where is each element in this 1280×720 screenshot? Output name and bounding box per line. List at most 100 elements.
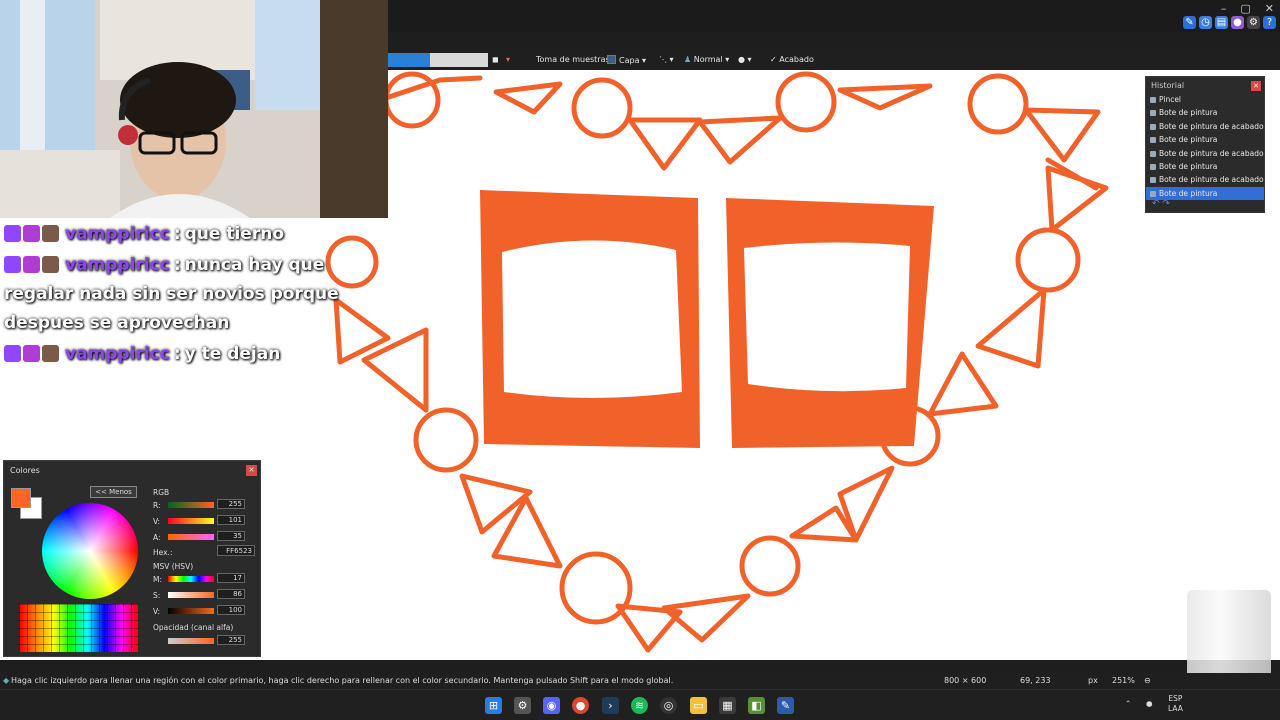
sampling-label: Toma de muestras: bbox=[536, 55, 613, 64]
history-item[interactable]: Bote de pintura bbox=[1146, 106, 1264, 119]
minecraft-icon[interactable]: ◧ bbox=[748, 697, 765, 714]
history-item[interactable]: Bote de pintura de acabado bbox=[1146, 173, 1264, 186]
history-item[interactable]: Bote de pintura de acabado bbox=[1146, 120, 1264, 133]
history-panel-icon[interactable]: ◷ bbox=[1199, 16, 1212, 29]
b-slider[interactable] bbox=[168, 534, 214, 540]
g-slider[interactable] bbox=[168, 518, 214, 524]
start-icon[interactable]: ⊞ bbox=[485, 697, 502, 714]
bunting-circle bbox=[413, 407, 479, 473]
history-close-icon[interactable]: ✕ bbox=[1251, 81, 1261, 91]
glass-overlay bbox=[1187, 590, 1271, 686]
history-panel: Historial ✕ Pincel Bote de pintura Bote … bbox=[1145, 76, 1265, 213]
tolerance-slider-track[interactable] bbox=[430, 53, 488, 67]
tools-panel-icon[interactable]: ✎ bbox=[1183, 16, 1196, 29]
v-label: V: bbox=[153, 607, 161, 616]
bunting-triangle bbox=[459, 473, 533, 535]
layers-panel-icon[interactable]: ▤ bbox=[1215, 16, 1228, 29]
colors-close-icon[interactable]: ✕ bbox=[246, 465, 257, 476]
unit-dropdown[interactable]: px bbox=[1088, 676, 1098, 685]
sampling-value: Capa bbox=[619, 56, 640, 65]
finish-toggle[interactable]: ✓ Acabado bbox=[770, 55, 814, 64]
tolerance-slider-fill[interactable] bbox=[388, 53, 430, 67]
chat-badges bbox=[4, 225, 59, 242]
file-explorer-icon[interactable]: ▭ bbox=[690, 697, 707, 714]
settings-icon[interactable]: ⚙ bbox=[1247, 16, 1260, 29]
chat-overlay: vamppiricc: que tierno vamppiricc: nunca h… bbox=[4, 218, 384, 369]
v-input[interactable]: 100 bbox=[217, 605, 245, 615]
redo-icon[interactable]: ↷ bbox=[1162, 199, 1170, 209]
chat-message: vamppiricc: y te dejan bbox=[4, 340, 384, 369]
finish-label: Acabado bbox=[779, 55, 814, 64]
settings-icon[interactable]: ⚙ bbox=[514, 697, 531, 714]
minimize-icon[interactable]: – bbox=[1221, 2, 1227, 15]
user-avatar bbox=[42, 256, 59, 273]
h-slider[interactable] bbox=[168, 576, 214, 582]
opacity-input[interactable]: 255 bbox=[217, 635, 245, 645]
s-slider[interactable] bbox=[168, 592, 214, 598]
chat-message: vamppiricc: nunca hay que regalar nada si… bbox=[4, 255, 339, 333]
history-item[interactable]: Bote de pintura de acabado bbox=[1146, 147, 1264, 160]
g-input[interactable]: 101 bbox=[217, 515, 245, 525]
close-icon[interactable]: ✕ bbox=[1265, 2, 1274, 15]
maximize-icon[interactable]: ▢ bbox=[1240, 2, 1250, 15]
hex-input[interactable]: FF6523 bbox=[217, 545, 255, 556]
color-palette[interactable] bbox=[20, 604, 138, 652]
v-slider[interactable] bbox=[168, 608, 214, 614]
bunting-triangle bbox=[837, 83, 933, 111]
sampling-dropdown[interactable]: Capa ▾ bbox=[607, 55, 646, 65]
history-title: Historial bbox=[1151, 81, 1185, 90]
bunting-circle bbox=[775, 71, 837, 133]
tolerance-toggle-icon[interactable]: ◼ bbox=[492, 55, 499, 64]
less-button[interactable]: << Menos bbox=[90, 486, 137, 498]
colors-panel-icon[interactable]: ● bbox=[1231, 16, 1244, 29]
fill-mode-icon[interactable]: ▾ bbox=[506, 55, 510, 64]
microphone-icon[interactable]: ● bbox=[1146, 699, 1153, 709]
status-bar: ◆ Haga clic izquierdo para llenar una re… bbox=[0, 673, 1280, 689]
help-icon[interactable]: ? bbox=[1263, 16, 1276, 29]
language-indicator[interactable]: ESP LAA bbox=[1168, 694, 1183, 714]
bunting-circle bbox=[1015, 227, 1081, 293]
blend-mode-dropdown[interactable]: ♟ Normal ▾ bbox=[684, 55, 729, 64]
alpha-mode-dropdown-icon[interactable]: ● ▾ bbox=[738, 55, 752, 64]
status-hint: Haga clic izquierdo para llenar una regi… bbox=[11, 676, 674, 685]
b-input[interactable]: 35 bbox=[217, 531, 245, 541]
blend-mode-value: Normal bbox=[693, 55, 723, 64]
r-slider[interactable] bbox=[168, 502, 214, 508]
language-code: ESP bbox=[1168, 694, 1183, 703]
spotify-icon[interactable]: ≋ bbox=[631, 697, 648, 714]
history-item[interactable]: Bote de pintura bbox=[1146, 160, 1264, 173]
history-list: Pincel Bote de pintura Bote de pintura d… bbox=[1146, 93, 1264, 201]
r-input[interactable]: 255 bbox=[217, 499, 245, 509]
bunting-triangle bbox=[661, 593, 751, 643]
opacity-label: Opacidad (canal alfa) bbox=[153, 623, 234, 632]
paintdotnet-icon[interactable]: ✎ bbox=[777, 697, 794, 714]
user-avatar bbox=[42, 345, 59, 362]
store-icon[interactable]: ▦ bbox=[719, 697, 736, 714]
history-item[interactable]: Bote de pintura bbox=[1146, 133, 1264, 146]
history-item[interactable]: Pincel bbox=[1146, 93, 1264, 106]
obs-icon[interactable]: ◎ bbox=[660, 697, 677, 714]
image-size: 800 × 600 bbox=[944, 676, 987, 685]
tray-overflow-icon[interactable]: ⌃ bbox=[1125, 699, 1131, 709]
zoom-out-icon[interactable]: ⊖ bbox=[1144, 676, 1151, 685]
layer-icon bbox=[607, 55, 616, 64]
bunting-circle bbox=[739, 535, 801, 597]
chat-username: vamppiricc bbox=[65, 224, 170, 244]
antialias-dropdown-icon[interactable]: ⋱ ▾ bbox=[659, 55, 674, 64]
color-wheel[interactable] bbox=[42, 503, 138, 599]
chat-badges bbox=[4, 345, 59, 362]
twitch-badge-icon bbox=[4, 225, 21, 242]
terminal-icon[interactable]: › bbox=[602, 697, 619, 714]
discord-icon[interactable]: ◉ bbox=[543, 697, 560, 714]
s-input[interactable]: 86 bbox=[217, 589, 245, 599]
undo-icon[interactable]: ↶ bbox=[1152, 199, 1160, 209]
zoom-level[interactable]: 251% bbox=[1112, 676, 1135, 685]
opacity-slider[interactable] bbox=[168, 638, 214, 644]
blend-icon: ♟ bbox=[684, 55, 692, 64]
chrome-icon[interactable]: ● bbox=[572, 697, 589, 714]
primary-color-swatch[interactable] bbox=[11, 488, 31, 508]
h-input[interactable]: 17 bbox=[217, 573, 245, 583]
colors-panel: Colores ✕ << Menos RGB R: 255 V: 101 A: … bbox=[3, 460, 261, 657]
bunting-triangle bbox=[927, 351, 999, 417]
heart-badge-icon bbox=[23, 345, 40, 362]
